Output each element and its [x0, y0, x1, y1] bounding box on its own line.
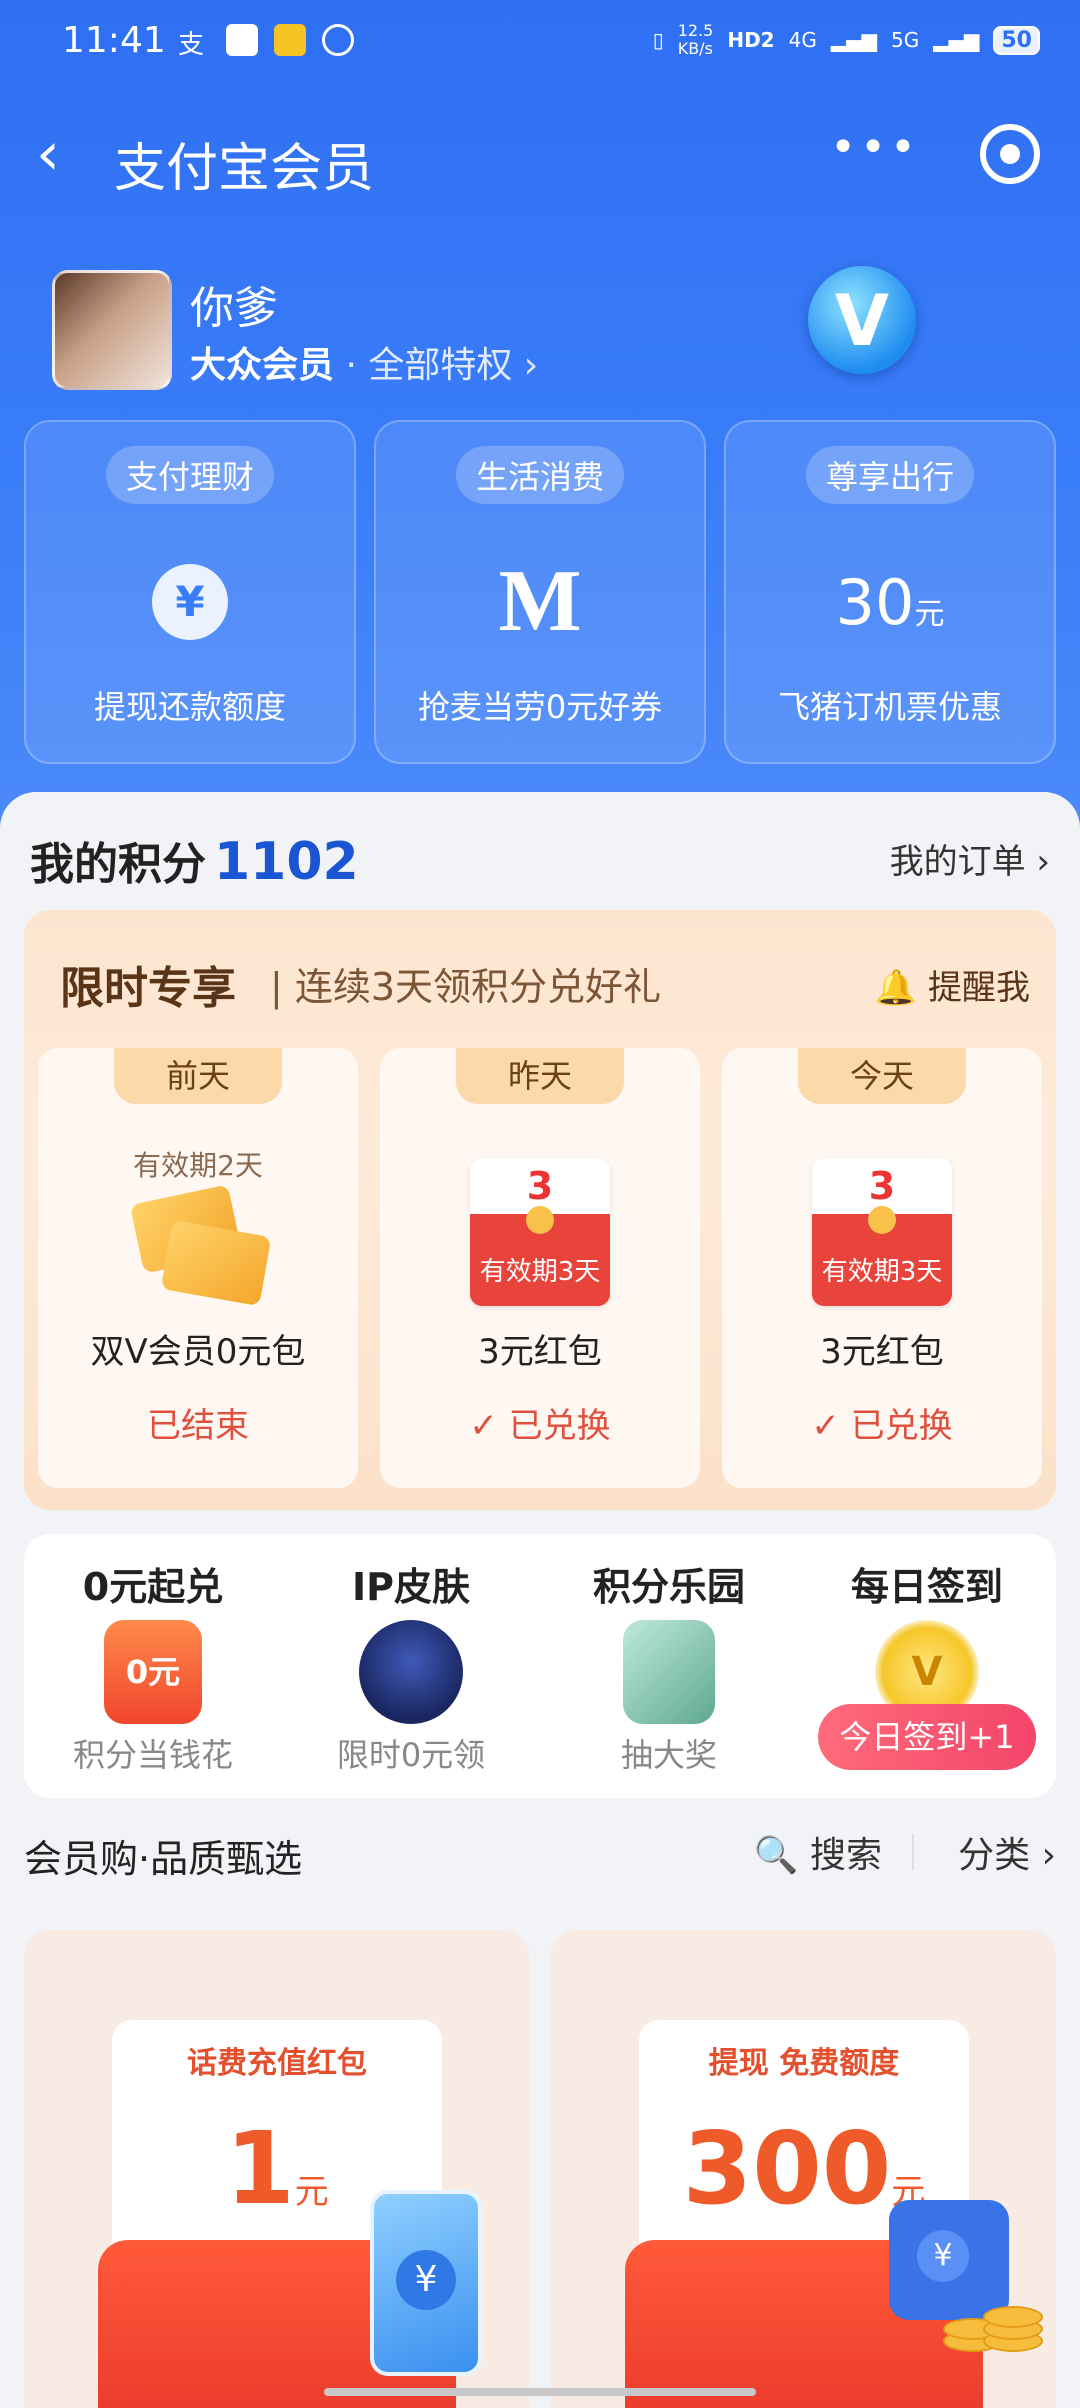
mcdonalds-icon: M: [498, 553, 582, 650]
privilege-link[interactable]: 全部特权 ›: [368, 345, 538, 386]
red-packet-icon: 3 有效期3天: [802, 1158, 962, 1308]
level-separator: ·: [334, 345, 369, 386]
nav-bar: ‹ 支付宝会员 •••: [0, 104, 1080, 208]
user-name: 你爹: [190, 283, 278, 334]
sync-status-icon: [322, 24, 354, 56]
product-envelope: 提现 免费额度 300元 ¥: [625, 2020, 1043, 2408]
quick-title: 每日签到: [850, 1565, 1003, 1609]
red-packet-icon: 3 有效期3天: [460, 1158, 620, 1308]
vip-card-gift-icon: [118, 1158, 278, 1308]
remind-me-button[interactable]: 🔔 提醒我: [875, 960, 1030, 1009]
benefit-tag: 生活消费: [455, 446, 625, 504]
benefit-card-life[interactable]: 生活消费 M 抢麦当劳0元好券: [374, 420, 706, 764]
profile-section: 你爹 大众会员 · 全部特权 › V: [52, 266, 1032, 390]
product-envelope: 话费充值红包 1元 ¥: [98, 2020, 482, 2408]
benefit-cards: 支付理财 ¥ 提现还款额度 生活消费 M 抢麦当劳0元好券 尊享出行 30元 飞…: [24, 420, 1056, 764]
page-title: 支付宝会员: [114, 139, 375, 199]
gift-status: ✓ 已兑换: [811, 1406, 953, 1446]
day-card-before-yesterday[interactable]: 前天 有效期2天 双V会员0元包 已结束: [38, 1048, 358, 1488]
coins-icon: [943, 2300, 1043, 2360]
net-speed: 12.5 KB/s: [677, 21, 714, 58]
quick-zero-redeem[interactable]: 0元起兑 0元 积分当钱花: [24, 1534, 282, 1798]
main-sheet: 我的积分 1102 我的订单 › 限时专享 | 连续3天领积分兑好礼 🔔 提醒我 …: [0, 792, 1080, 2408]
red-envelope-icon: 0元: [104, 1620, 202, 1724]
member-level: 大众会员: [190, 345, 335, 386]
points-value: 1102: [214, 832, 359, 892]
benefit-tag: 支付理财: [105, 446, 275, 504]
limited-offer-panel: 限时专享 | 连续3天领积分兑好礼 🔔 提醒我 前天 有效期2天 双V会员0元包…: [24, 910, 1056, 1510]
gift-status: ✓ 已兑换: [469, 1406, 611, 1446]
gift-name: 双V会员0元包: [90, 1332, 306, 1372]
gift-name: 3元红包: [478, 1332, 602, 1372]
divider: [912, 1834, 914, 1870]
member-level-link[interactable]: 大众会员 · 全部特权 ›: [190, 336, 538, 388]
benefit-card-travel[interactable]: 尊享出行 30元 飞猪订机票优惠: [724, 420, 1056, 764]
gift-name: 3元红包: [820, 1332, 944, 1372]
more-icon[interactable]: •••: [830, 122, 920, 173]
product-card-phone-topup[interactable]: 话费充值红包 1元 ¥: [24, 1930, 529, 2408]
day-tab: 今天: [798, 1048, 966, 1104]
quick-title: 积分乐园: [592, 1565, 745, 1609]
product-tag: 话费充值红包: [187, 2046, 367, 2081]
signal-5g: 5G: [890, 28, 920, 52]
phone-icon: ¥: [370, 2190, 482, 2376]
back-arrow-icon[interactable]: ‹: [36, 124, 60, 184]
phone-prize-icon: [623, 1620, 715, 1724]
travel-amount: 30元: [835, 565, 945, 639]
avatar[interactable]: [52, 270, 172, 390]
day-card-today[interactable]: 今天 3 有效期3天 3元红包 ✓ 已兑换: [722, 1048, 1042, 1488]
status-time: 11:41: [62, 20, 166, 61]
vibrate-icon: ▯: [652, 28, 664, 52]
benefit-desc: 飞猪订机票优惠: [777, 688, 1002, 726]
product-grid: 话费充值红包 1元 ¥ 提现 免费额度 300元 ¥: [24, 1930, 1056, 2408]
quick-title: IP皮肤: [352, 1565, 470, 1609]
close-target-icon[interactable]: [980, 124, 1040, 184]
play-status-icon: [226, 24, 258, 56]
limited-title: 限时专享: [60, 963, 236, 1014]
alipay-status-icon: 支: [178, 30, 205, 60]
quick-subtitle: 限时0元领: [336, 1736, 486, 1774]
quick-subtitle: 抽大奖: [620, 1736, 717, 1774]
shop-header: 会员购·品质甄选 🔍 搜索 分类 ›: [24, 1822, 1056, 1882]
benefit-tag: 尊享出行: [805, 446, 975, 504]
signal-icon: ▂▄▆: [830, 28, 877, 52]
benefit-desc: 提现还款额度: [93, 688, 286, 726]
benefit-card-finance[interactable]: 支付理财 ¥ 提现还款额度: [24, 420, 356, 764]
gift-status: 已结束: [147, 1406, 249, 1446]
quick-daily-checkin[interactable]: 每日签到 V 今日签到+1: [798, 1534, 1056, 1798]
quick-ip-skin[interactable]: IP皮肤 限时0元领: [282, 1534, 540, 1798]
day-cards: 前天 有效期2天 双V会员0元包 已结束 昨天 3 有效期3天 3元红包 ✓ 已兑…: [38, 1048, 1042, 1488]
home-indicator[interactable]: [324, 2388, 756, 2396]
my-orders-link[interactable]: 我的订单 ›: [890, 834, 1050, 883]
mickey-icon: [359, 1620, 463, 1724]
yen-icon: ¥: [152, 564, 228, 640]
points-label: 我的积分 1102: [30, 832, 359, 892]
points-row: 我的积分 1102 我的订单 ›: [30, 828, 1050, 892]
status-right: ▯ 12.5 KB/s HD2 4G ▂▄▆ 5G ▂▄▆ 50: [653, 22, 1040, 58]
checkin-button[interactable]: 今日签到+1: [818, 1704, 1036, 1770]
product-card-withdraw[interactable]: 提现 免费额度 300元 ¥: [551, 1930, 1056, 2408]
category-button[interactable]: 分类 ›: [958, 1826, 1056, 1878]
signal-icon-2: ▂▄▆: [933, 28, 980, 52]
search-button[interactable]: 🔍 搜索: [754, 1826, 882, 1878]
day-card-yesterday[interactable]: 昨天 3 有效期3天 3元红包 ✓ 已兑换: [380, 1048, 700, 1488]
quick-points-park[interactable]: 积分乐园 抽大奖: [540, 1534, 798, 1798]
vip-badge-icon: V: [802, 246, 922, 386]
day-tab: 昨天: [456, 1048, 624, 1104]
vip-badge-letter: V: [834, 280, 890, 362]
day-tab: 前天: [114, 1048, 282, 1104]
quick-entries: 0元起兑 0元 积分当钱花 IP皮肤 限时0元领 积分乐园 抽大奖 每日签到 V…: [24, 1534, 1056, 1798]
meituan-status-icon: [274, 24, 306, 56]
quick-subtitle: 积分当钱花: [72, 1736, 233, 1774]
benefit-desc: 抢麦当劳0元好券: [417, 688, 663, 726]
status-bar: 11:41 支 ▯ 12.5 KB/s HD2 4G ▂▄▆ 5G ▂▄▆ 50: [0, 0, 1080, 84]
shop-title: 会员购·品质甄选: [24, 1837, 303, 1881]
signal-4g: 4G: [788, 28, 817, 52]
hd-indicator: HD2: [727, 28, 775, 52]
battery-indicator: 50: [993, 25, 1040, 55]
limited-subtitle: | 连续3天领积分兑好礼: [270, 965, 662, 1009]
product-tag: 提现 免费额度: [708, 2046, 900, 2081]
status-app-icons: 支: [178, 24, 354, 60]
quick-title: 0元起兑: [82, 1565, 224, 1609]
